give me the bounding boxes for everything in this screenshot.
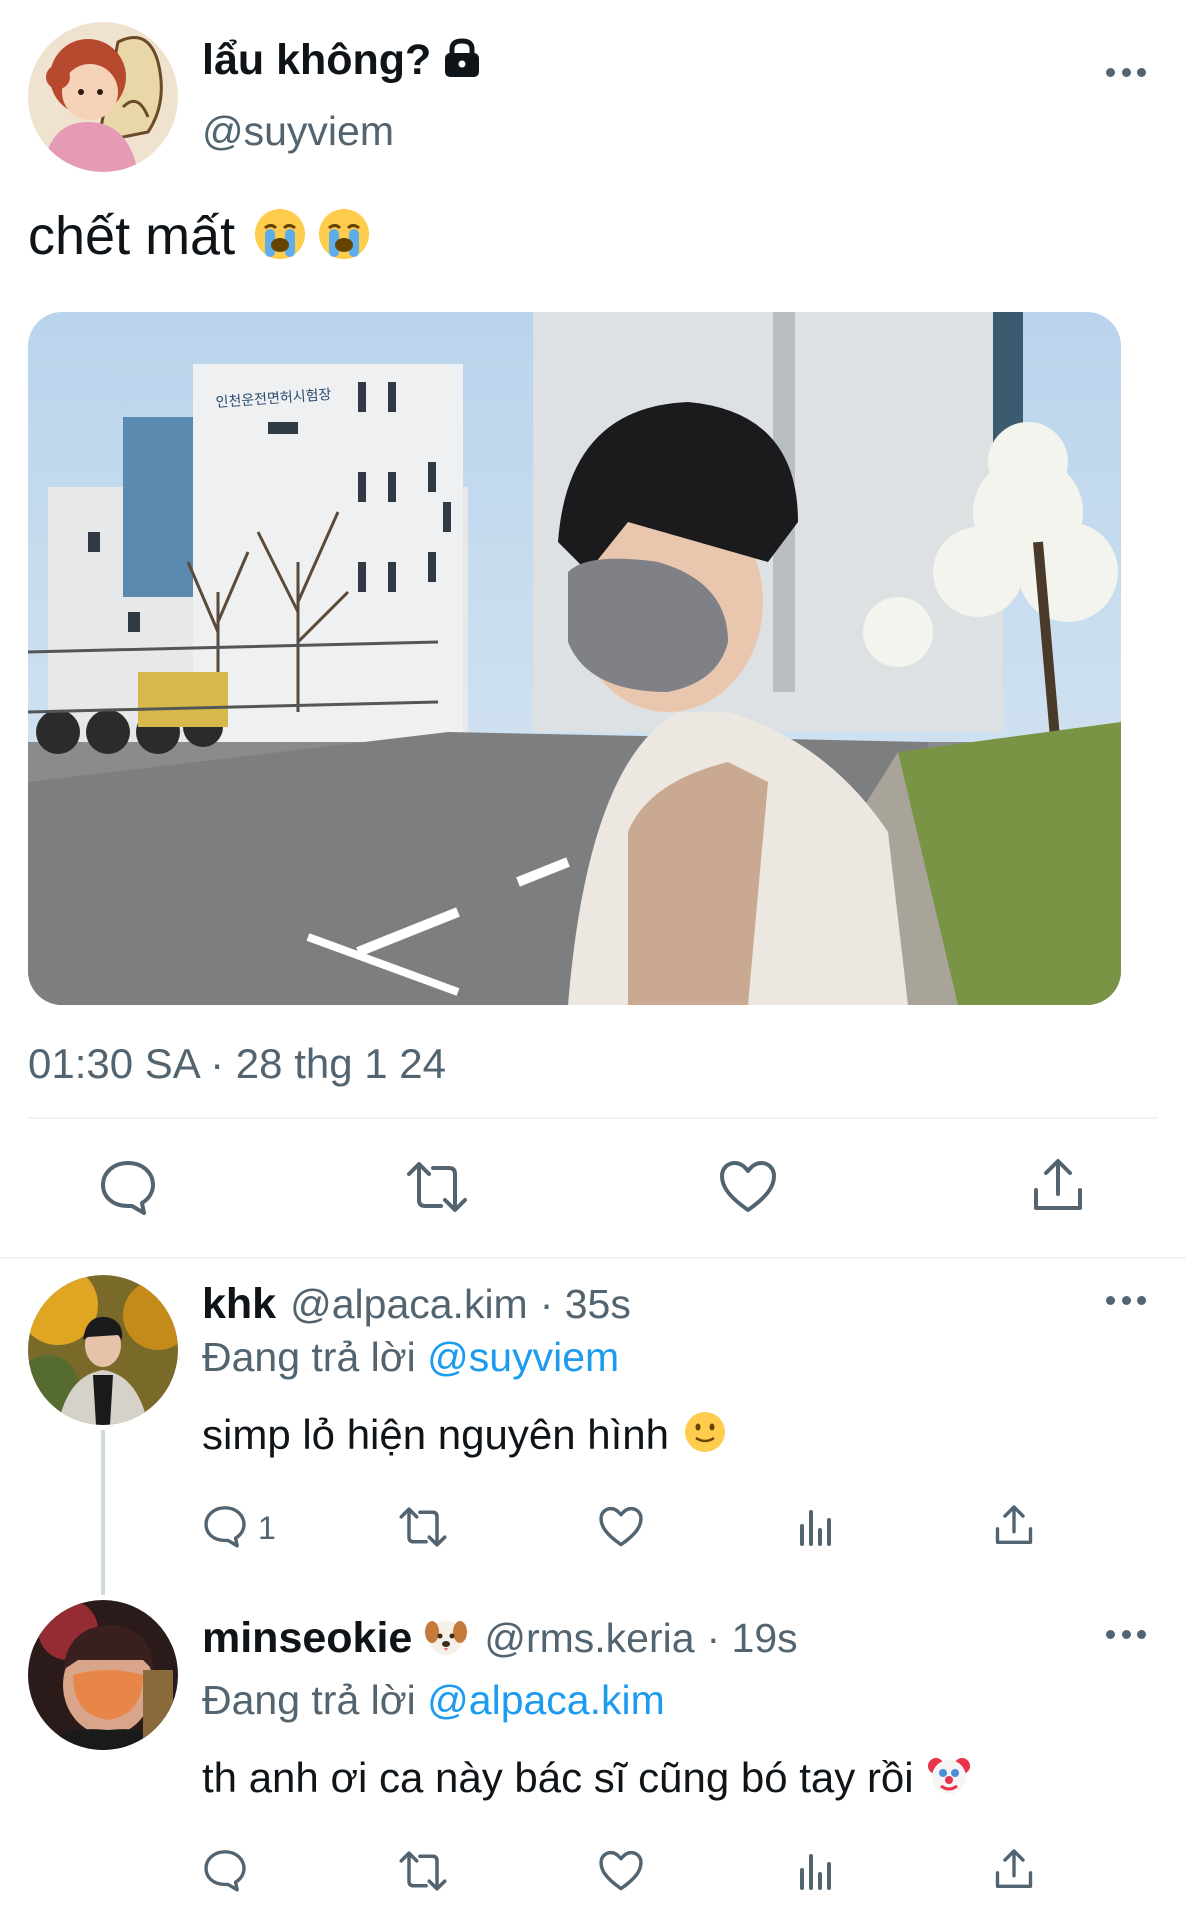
- views-button[interactable]: [796, 1850, 836, 1895]
- reply-avatar[interactable]: [28, 1275, 178, 1425]
- reply-button[interactable]: [202, 1848, 248, 1897]
- heart-icon: [598, 1850, 644, 1897]
- tweet-timestamp[interactable]: 01:30 SA · 28 thg 1 24: [28, 1040, 446, 1088]
- retweet-button[interactable]: [405, 1160, 469, 1219]
- clown-face-icon: [926, 1752, 972, 1803]
- retweet-icon: [398, 1506, 448, 1553]
- views-button[interactable]: [796, 1506, 836, 1551]
- more-options-icon[interactable]: [1106, 1628, 1146, 1640]
- divider: [0, 1257, 1186, 1259]
- reply-avatar[interactable]: [28, 1600, 178, 1750]
- thread-line: [101, 1430, 105, 1595]
- reply-time[interactable]: · 19s: [707, 1615, 798, 1662]
- share-button[interactable]: [1030, 1156, 1086, 1219]
- tweet-text: chết mất: [28, 206, 236, 266]
- reply-display-name[interactable]: khk: [202, 1280, 276, 1329]
- share-icon: [1030, 1156, 1086, 1219]
- like-button[interactable]: [718, 1160, 778, 1219]
- reply-icon: [98, 1158, 158, 1221]
- heart-icon: [598, 1506, 644, 1553]
- reply-text: th anh ơi ca này bác sĩ cũng bó tay rồi: [202, 1753, 914, 1801]
- share-button[interactable]: [993, 1847, 1035, 1896]
- retweet-button[interactable]: [398, 1850, 448, 1897]
- reply-text: simp lỏ hiện nguyên hình: [202, 1410, 669, 1458]
- like-button[interactable]: [598, 1506, 644, 1553]
- reply-display-name[interactable]: minseokie: [202, 1614, 412, 1663]
- replying-to-label: Đang trả lời: [202, 1334, 416, 1380]
- dog-face-icon: [424, 1614, 468, 1663]
- reply-icon: [202, 1504, 248, 1553]
- share-icon: [993, 1847, 1035, 1896]
- reply-handle[interactable]: @alpaca.kim: [290, 1281, 528, 1328]
- author-display-name[interactable]: lẩu không?: [202, 36, 431, 85]
- lock-icon: [443, 38, 481, 83]
- reply-handle[interactable]: @rms.keria: [484, 1615, 694, 1662]
- like-button[interactable]: [598, 1850, 644, 1897]
- views-icon: [796, 1850, 836, 1895]
- slightly-smiling-face-icon: [683, 1410, 727, 1459]
- replying-to-mention[interactable]: @alpaca.kim: [427, 1677, 665, 1723]
- tweet-photo[interactable]: 인천운전면허시험장: [28, 312, 1121, 1005]
- reply-time[interactable]: · 35s: [540, 1281, 631, 1328]
- share-icon: [993, 1503, 1035, 1552]
- retweet-icon: [405, 1160, 469, 1219]
- replying-to-label: Đang trả lời: [202, 1677, 416, 1723]
- reply-icon: [202, 1848, 248, 1897]
- retweet-button[interactable]: [398, 1506, 448, 1553]
- reply-button[interactable]: [98, 1158, 158, 1221]
- divider: [28, 1117, 1158, 1119]
- more-options-icon[interactable]: [1106, 66, 1146, 78]
- retweet-icon: [398, 1850, 448, 1897]
- author-handle[interactable]: @suyviem: [202, 108, 394, 155]
- reply-button[interactable]: 1: [202, 1504, 276, 1553]
- views-icon: [796, 1506, 836, 1551]
- loudly-crying-face-icon: [253, 207, 307, 266]
- more-options-icon[interactable]: [1106, 1294, 1146, 1306]
- loudly-crying-face-icon: [317, 207, 371, 266]
- replying-to-mention[interactable]: @suyviem: [427, 1334, 619, 1380]
- share-button[interactable]: [993, 1503, 1035, 1552]
- heart-icon: [718, 1160, 778, 1219]
- reply-count: 1: [258, 1510, 276, 1546]
- author-avatar[interactable]: [28, 22, 178, 172]
